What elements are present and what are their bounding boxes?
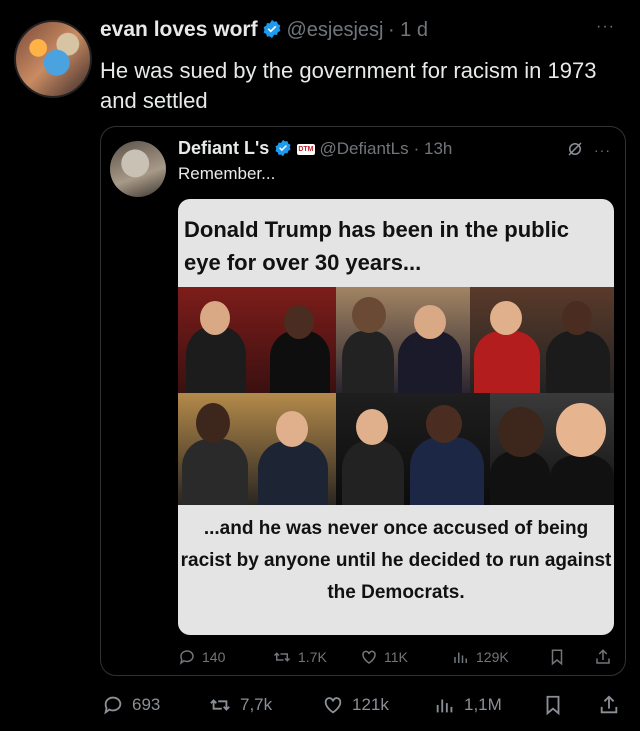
repost-icon	[272, 648, 292, 666]
bookmark-button[interactable]	[542, 694, 564, 716]
quote-avatar[interactable]	[110, 141, 166, 197]
views-button[interactable]: 1,1M	[434, 694, 502, 716]
like-count: 121k	[352, 695, 389, 714]
bookmark-icon	[542, 694, 564, 716]
quote-header: Defiant L's DTM @DefiantLs · 13h	[178, 138, 452, 159]
affiliate-badge: DTM	[297, 144, 315, 155]
quote-bookmark-button[interactable]	[548, 648, 566, 666]
quote-reply-count: 140	[202, 649, 226, 665]
photo-4	[178, 393, 336, 505]
repost-button[interactable]: 7,7k	[208, 694, 272, 716]
verified-icon	[274, 139, 292, 157]
views-icon	[434, 694, 456, 716]
like-button[interactable]: 121k	[322, 694, 389, 716]
tweet-time[interactable]: · 1 d	[388, 19, 428, 41]
author-avatar[interactable]	[14, 20, 92, 98]
meme-top-panel: Donald Trump has been in the public eye …	[178, 199, 614, 287]
photo-6	[490, 393, 614, 505]
quote-more-icon[interactable]: ···	[594, 142, 611, 158]
quote-repost-button[interactable]: 1.7K	[272, 648, 327, 666]
author-name[interactable]: evan loves worf	[100, 18, 258, 41]
reply-icon	[178, 648, 196, 666]
like-icon	[322, 694, 344, 716]
quote-handle[interactable]: @DefiantLs	[320, 139, 409, 158]
reply-count: 693	[132, 695, 161, 714]
repost-count: 7,7k	[240, 695, 273, 714]
author-handle[interactable]: @esjesjesj	[286, 19, 383, 41]
share-icon	[598, 694, 620, 716]
reply-icon	[102, 694, 124, 716]
quote-text: Remember...	[178, 164, 276, 183]
photo-1	[178, 287, 336, 393]
share-button[interactable]	[598, 694, 620, 716]
bookmark-icon	[548, 648, 566, 666]
reply-button[interactable]: 693	[102, 694, 160, 716]
photo-5	[336, 393, 490, 505]
tweet-header: evan loves worf @esjesjesj · 1 d	[100, 18, 428, 42]
quote-repost-count: 1.7K	[298, 649, 327, 665]
quote-views-count: 129K	[476, 649, 509, 665]
quote-reply-button[interactable]: 140	[178, 648, 225, 666]
grok-icon[interactable]	[566, 140, 584, 158]
like-icon	[360, 648, 378, 666]
quote-share-button[interactable]	[594, 648, 612, 666]
meme-bottom-panel: ...and he was never once accused of bein…	[178, 505, 614, 635]
views-icon	[452, 648, 470, 666]
share-icon	[594, 648, 612, 666]
photo-2	[336, 287, 470, 393]
photo-3	[470, 287, 614, 393]
quote-like-count: 11K	[384, 649, 408, 665]
views-count: 1,1M	[464, 695, 502, 714]
quote-like-button[interactable]: 11K	[360, 648, 408, 666]
tweet-text: He was sued by the government for racism…	[100, 58, 597, 113]
meme-image[interactable]: Donald Trump has been in the public eye …	[178, 199, 614, 635]
meme-bottom-text: ...and he was never once accused of bein…	[180, 518, 612, 603]
verified-icon	[262, 19, 282, 39]
quote-views-button[interactable]: 129K	[452, 648, 509, 666]
more-icon[interactable]: ···	[596, 18, 615, 36]
quote-time[interactable]: · 13h	[414, 139, 453, 158]
quote-author-name[interactable]: Defiant L's	[178, 138, 269, 158]
meme-top-text: Donald Trump has been in the public eye …	[184, 217, 570, 275]
repost-icon	[208, 694, 232, 716]
